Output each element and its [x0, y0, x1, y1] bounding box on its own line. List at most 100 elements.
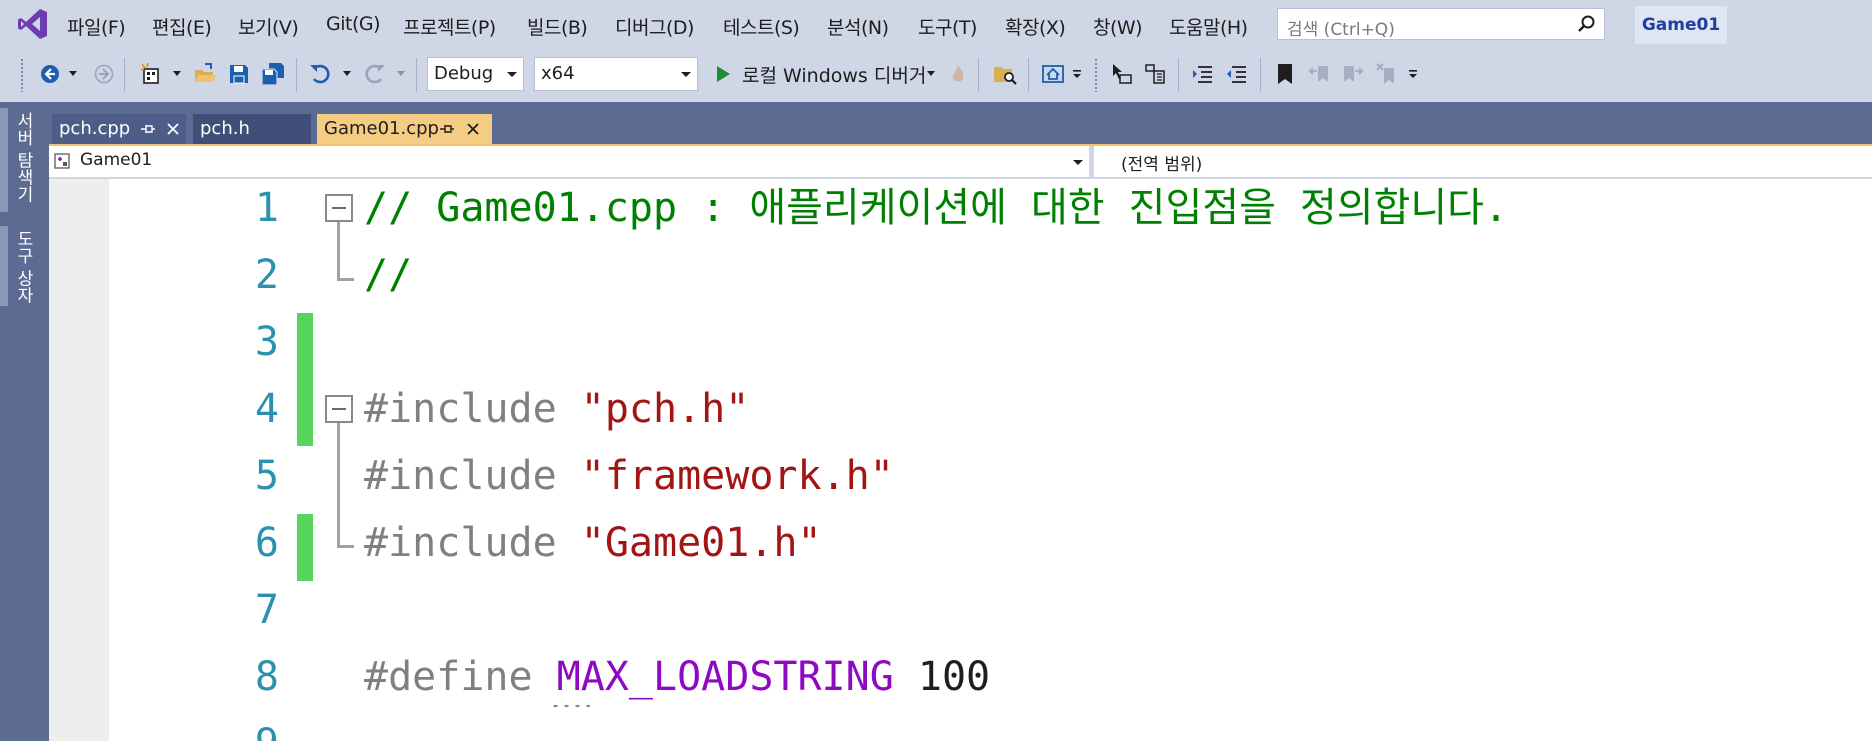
scope-dropdown[interactable]: (전역 범위): [1121, 150, 1202, 175]
save-all-icon: [261, 63, 284, 86]
server-explorer-tab[interactable]: 서버 탐색기: [12, 112, 36, 202]
chevron-down-icon: [681, 72, 691, 77]
change-marker: [297, 514, 313, 581]
toolbar-separator: [416, 58, 417, 92]
redo-button[interactable]: [360, 60, 390, 88]
comment-lines-button[interactable]: [1188, 60, 1218, 88]
menu-help[interactable]: 도움말(H): [1169, 13, 1248, 40]
pin-icon[interactable]: [140, 122, 156, 136]
navigate-back-button[interactable]: [36, 60, 64, 88]
solution-explorer-home-button[interactable]: [1038, 60, 1068, 88]
toolbar-separator: [296, 58, 297, 92]
save-button[interactable]: [224, 60, 254, 88]
toolbar-separator: [1178, 58, 1179, 92]
toolbar-overflow-button[interactable]: [1070, 60, 1084, 88]
visual-studio-logo-icon[interactable]: [16, 7, 50, 41]
solution-platform-select[interactable]: x64: [534, 57, 698, 91]
navigate-back-dropdown[interactable]: [66, 60, 80, 88]
undo-dropdown[interactable]: [340, 60, 354, 88]
code-line[interactable]: //: [364, 242, 412, 309]
toolbar-grip[interactable]: [20, 58, 24, 92]
undo-icon: [310, 64, 330, 84]
menu-git[interactable]: Git(G): [326, 13, 381, 35]
menu-project[interactable]: 프로젝트(P): [403, 13, 496, 40]
code-line[interactable]: #include "pch.h": [364, 376, 749, 443]
toolbar-overflow-button[interactable]: [1406, 60, 1420, 88]
open-file-button[interactable]: [190, 60, 220, 88]
solution-configuration-select[interactable]: Debug: [427, 57, 524, 91]
menu-edit[interactable]: 편집(E): [152, 13, 212, 40]
start-debugger-label[interactable]: 로컬 Windows 디버거: [742, 61, 926, 88]
menu-window[interactable]: 창(W): [1093, 13, 1143, 40]
select-element-button[interactable]: [1106, 60, 1136, 88]
code-line[interactable]: #include "Game01.h": [364, 510, 822, 577]
show-document-outline-button[interactable]: [1140, 60, 1170, 88]
indicator-margin: [49, 179, 109, 741]
previous-bookmark-button[interactable]: [1304, 60, 1334, 88]
start-debugging-button[interactable]: [711, 60, 735, 88]
outline-icon: [1145, 64, 1165, 84]
navigate-forward-button[interactable]: [90, 60, 118, 88]
menu-file[interactable]: 파일(F): [67, 13, 126, 40]
menu-extensions[interactable]: 확장(X): [1005, 13, 1066, 40]
chevron-down-icon: [173, 71, 181, 76]
forward-arrow-icon: [94, 64, 114, 84]
next-bookmark-button[interactable]: [1338, 60, 1368, 88]
code-token: // Game01.cpp : 애플리케이션에 대한 진입점을 정의합니다.: [364, 185, 1509, 231]
clear-bookmarks-button[interactable]: [1372, 60, 1402, 88]
tab-game01-cpp[interactable]: Game01.cpp: [317, 114, 492, 144]
new-project-dropdown[interactable]: [170, 60, 184, 88]
menu-debug[interactable]: 디버그(D): [615, 13, 694, 40]
code-token: #include: [364, 520, 581, 566]
menu-tools[interactable]: 도구(T): [918, 13, 977, 40]
uncomment-lines-button[interactable]: [1222, 60, 1252, 88]
tab-accent: [0, 108, 8, 212]
redo-dropdown[interactable]: [394, 60, 408, 88]
collapse-region-icon[interactable]: [325, 194, 353, 222]
code-token: //: [364, 252, 413, 298]
tab-pch-cpp[interactable]: pch.cpp: [52, 114, 186, 144]
indent-lines-icon: [1193, 66, 1212, 83]
menu-build[interactable]: 빌드(B): [527, 13, 588, 40]
toggle-bookmark-button[interactable]: [1270, 60, 1300, 88]
change-marker: [297, 313, 313, 446]
search-input[interactable]: 검색 (Ctrl+Q): [1277, 8, 1605, 40]
navbar-divider: [1089, 146, 1094, 177]
code-editor[interactable]: 1 // Game01.cpp : 애플리케이션에 대한 진입점을 정의합니다. 2…: [49, 179, 1872, 741]
line-number: 2: [254, 252, 279, 298]
code-line[interactable]: #include "framework.h": [364, 443, 894, 510]
pin-icon[interactable]: [439, 122, 455, 136]
code-token: MAX_LOADSTRING: [556, 654, 894, 700]
toolbox-tab[interactable]: 도구 상자: [12, 230, 36, 303]
menu-view[interactable]: 보기(V): [238, 13, 299, 40]
search-placeholder: 검색 (Ctrl+Q): [1287, 20, 1395, 40]
toolbar-separator: [124, 58, 125, 92]
close-icon[interactable]: [165, 121, 181, 137]
save-all-button[interactable]: [258, 60, 288, 88]
line-number: 7: [254, 587, 279, 633]
chevron-down-icon: [927, 71, 935, 76]
close-icon[interactable]: [465, 121, 481, 137]
platform-value: x64: [541, 63, 575, 84]
search-icon[interactable]: [1576, 14, 1596, 34]
code-line[interactable]: // Game01.cpp : 애플리케이션에 대한 진입점을 정의합니다.: [364, 179, 1508, 242]
home-icon: [1042, 65, 1064, 83]
toolbar-grip[interactable]: [1094, 58, 1098, 92]
code-line[interactable]: #define MAX_LOADSTRING 100: [364, 644, 990, 711]
chevron-down-icon: [69, 71, 77, 76]
undo-button[interactable]: [305, 60, 335, 88]
tab-pch-h[interactable]: pch.h: [193, 114, 311, 144]
find-in-files-button[interactable]: [990, 60, 1020, 88]
overflow-chevron-icon: [1409, 70, 1417, 78]
collapse-region-icon[interactable]: [325, 395, 353, 423]
line-number: 8: [254, 654, 279, 700]
tool-window-strip: 서버 탐색기 도구 상자: [0, 102, 49, 741]
new-project-button[interactable]: [136, 60, 166, 88]
menu-test[interactable]: 테스트(S): [723, 13, 800, 40]
redo-icon: [365, 64, 385, 84]
hot-reload-button[interactable]: [946, 60, 970, 88]
toolbar-separator: [1260, 58, 1261, 92]
tab-label: pch.h: [200, 118, 250, 139]
menu-analyze[interactable]: 분석(N): [827, 13, 889, 40]
project-dropdown[interactable]: Game01: [49, 146, 1089, 177]
